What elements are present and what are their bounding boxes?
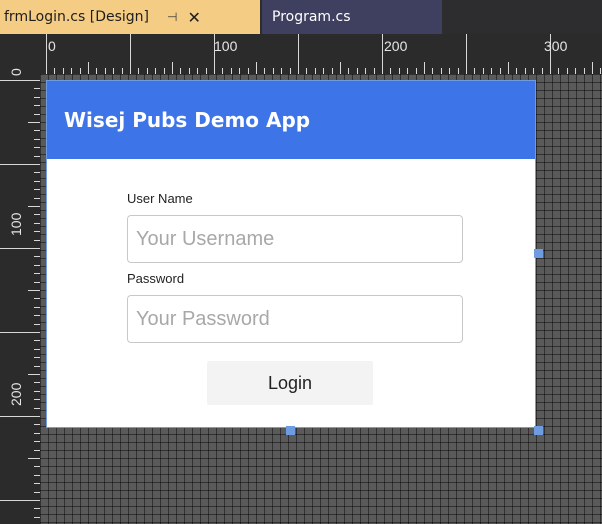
login-form[interactable]: Wisej Pubs Demo App User Name Password L… xyxy=(46,80,536,428)
pin-icon[interactable]: ⊣ xyxy=(167,10,177,24)
close-icon[interactable]: ✕ xyxy=(187,8,200,27)
ruler-top-label-300: 300 xyxy=(544,38,568,54)
form-header: Wisej Pubs Demo App xyxy=(47,81,535,159)
ruler-top-label-0: 0 xyxy=(48,38,56,54)
vertical-ruler xyxy=(0,74,40,524)
tab-program-label: Program.cs xyxy=(272,9,351,25)
form-title: Wisej Pubs Demo App xyxy=(64,108,311,132)
password-label: Password xyxy=(127,271,185,286)
tab-frmlogin-label: frmLogin.cs [Design] xyxy=(4,9,149,25)
ruler-left-label-0: 0 xyxy=(8,68,24,76)
tab-program-cs[interactable]: Program.cs xyxy=(262,0,442,34)
ruler-left-label-200: 200 xyxy=(8,382,24,406)
horizontal-ruler: 0 100 200 300 xyxy=(0,34,602,74)
resize-handle-bottom[interactable] xyxy=(286,426,295,435)
ruler-top-label-200: 200 xyxy=(384,38,408,54)
tab-frmlogin-design[interactable]: frmLogin.cs [Design] ⊣ ✕ xyxy=(0,0,260,34)
horizontal-ruler-ticks xyxy=(46,34,601,74)
resize-handle-bottom-right[interactable] xyxy=(534,426,543,435)
document-tab-strip: frmLogin.cs [Design] ⊣ ✕ Program.cs xyxy=(0,0,602,34)
vertical-ruler-ticks xyxy=(0,80,40,518)
login-button[interactable]: Login xyxy=(207,361,373,405)
password-input[interactable] xyxy=(127,295,463,343)
ruler-top-label-100: 100 xyxy=(214,38,238,54)
ruler-left-label-100: 100 xyxy=(8,212,24,236)
resize-handle-right[interactable] xyxy=(534,249,543,258)
username-input[interactable] xyxy=(127,215,463,263)
username-label: User Name xyxy=(127,191,193,206)
